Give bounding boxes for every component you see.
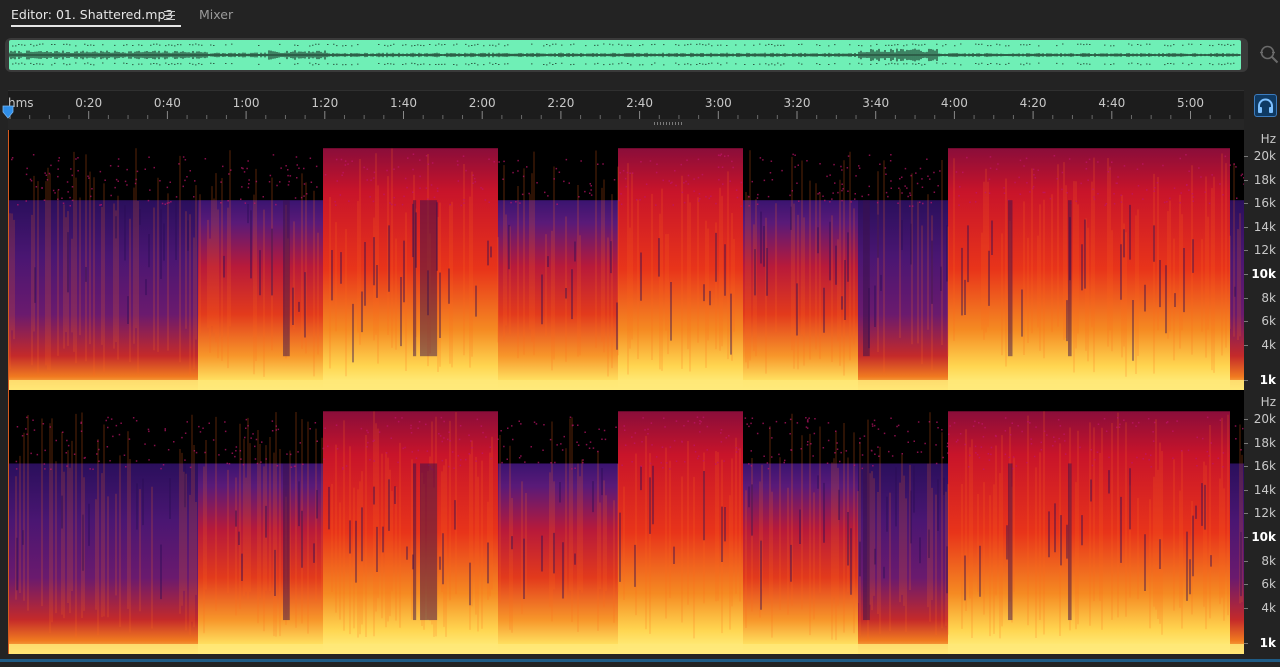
frequency-scale-label: 16k xyxy=(1253,196,1276,211)
frequency-scale-tick xyxy=(1244,344,1248,346)
frequency-scale-left[interactable]: Hz 20k 18k 16k 14k 12k 10k 8k 6k 4k 1k xyxy=(1244,130,1280,392)
time-ruler-label: 3:20 xyxy=(783,96,811,110)
frequency-scale-tick xyxy=(1244,419,1248,420)
frequency-scale-tick xyxy=(1244,274,1248,275)
frequency-scale-unit: Hz xyxy=(1260,395,1276,409)
time-ruler-label: 2:00 xyxy=(468,96,496,110)
time-ruler-label: 2:40 xyxy=(626,96,654,110)
frequency-scale-label: 12k xyxy=(1253,243,1276,258)
frequency-scale-tick xyxy=(1244,489,1248,491)
zoom-magnifier-icon[interactable] xyxy=(1259,44,1279,64)
frequency-scale-label: 8k xyxy=(1261,553,1276,568)
frequency-scale-right[interactable]: Hz 20k 18k 16k 14k 12k 10k 8k 6k 4k 1k xyxy=(1244,393,1280,655)
frequency-scale-label: 14k xyxy=(1253,219,1276,234)
time-ruler-label: 3:00 xyxy=(704,96,732,110)
frequency-scale-tick xyxy=(1244,321,1248,323)
time-ruler-label: 0:40 xyxy=(153,96,181,110)
time-ruler[interactable]: hms 0:20 0:40 1:00 1:20 1:40 2:00 2:20 2:40 3:00… xyxy=(8,90,1244,120)
spectrogram-channel-left[interactable] xyxy=(8,130,1244,390)
active-tab-underline xyxy=(11,25,182,27)
frequency-scale-tick xyxy=(1244,643,1248,644)
time-ruler-label: 1:40 xyxy=(390,96,417,110)
spectrogram-channel-right[interactable] xyxy=(8,393,1244,654)
frequency-scale-tick xyxy=(1244,297,1248,299)
tab-mixer-label: Mixer xyxy=(199,7,234,22)
frequency-scale-label: 20k xyxy=(1253,149,1276,163)
time-ruler-label: 0:20 xyxy=(75,96,103,110)
overview-navigator[interactable] xyxy=(0,30,1280,82)
tab-editor[interactable]: Editor: 01. Shattered.mp3 xyxy=(11,0,182,30)
frequency-scale-label: 10k xyxy=(1251,530,1276,544)
panel-tab-bar: Editor: 01. Shattered.mp3 Mixer xyxy=(0,0,1280,30)
hamburger-menu-icon[interactable] xyxy=(164,8,175,22)
playhead-marker-icon[interactable] xyxy=(2,105,14,119)
frequency-scale-label: 1k xyxy=(1259,373,1276,387)
frequency-scale-tick xyxy=(1244,179,1248,181)
time-ruler-label: 2:20 xyxy=(547,96,575,110)
time-ruler-label: 1:00 xyxy=(232,96,260,110)
tab-editor-label: Editor: 01. Shattered.mp3 xyxy=(11,7,174,22)
time-ruler-label: 1:20 xyxy=(311,96,339,110)
frequency-scale-label: 14k xyxy=(1253,482,1276,497)
spectrogram-left-graphic xyxy=(8,130,1244,390)
panel-resize-grip[interactable] xyxy=(8,119,1244,129)
frequency-scale-tick xyxy=(1244,560,1248,562)
frequency-scale-label: 4k xyxy=(1261,337,1276,352)
headphones-icon xyxy=(1258,98,1273,113)
overview-waveform-graphic xyxy=(9,43,1241,66)
time-ruler-label: 4:40 xyxy=(1098,96,1126,110)
tab-mixer[interactable]: Mixer xyxy=(199,0,233,30)
frequency-scale-tick xyxy=(1244,584,1248,586)
frequency-scale-tick xyxy=(1244,537,1248,538)
frequency-scale-tick xyxy=(1244,250,1248,252)
time-ruler-label: 3:40 xyxy=(862,96,890,110)
overview-waveform[interactable] xyxy=(9,40,1241,70)
frequency-scale-label: 18k xyxy=(1253,435,1276,450)
frequency-scale-tick xyxy=(1244,156,1248,157)
horizontal-scrollbar[interactable] xyxy=(0,655,1280,667)
frequency-scale-tick xyxy=(1244,607,1248,609)
frequency-scale-label: 16k xyxy=(1253,459,1276,474)
frequency-scale-label: 8k xyxy=(1261,290,1276,305)
frequency-scale-tick xyxy=(1244,466,1248,468)
time-ruler-label: 4:00 xyxy=(940,96,968,110)
time-ruler-label: 5:00 xyxy=(1177,96,1204,110)
time-ruler-label: 4:20 xyxy=(1019,96,1047,110)
frequency-scale-unit: Hz xyxy=(1260,132,1276,146)
playhead-line xyxy=(8,130,9,654)
frequency-scale-tick xyxy=(1244,513,1248,515)
frequency-scale-label: 6k xyxy=(1261,314,1276,329)
frequency-scale-label: 20k xyxy=(1253,412,1276,426)
frequency-scale-tick xyxy=(1244,442,1248,444)
headphones-button[interactable] xyxy=(1254,94,1277,117)
frequency-scale-label: 18k xyxy=(1253,172,1276,187)
spectrogram-right-graphic xyxy=(8,393,1244,654)
frequency-scale-label: 4k xyxy=(1261,600,1276,615)
frequency-scale-label: 10k xyxy=(1251,267,1276,281)
frequency-scale-tick xyxy=(1244,203,1248,205)
frequency-scale-tick xyxy=(1244,226,1248,228)
frequency-scale-label: 6k xyxy=(1261,577,1276,592)
frequency-scale-tick xyxy=(1244,380,1248,381)
frequency-scale-label: 1k xyxy=(1259,636,1276,650)
frequency-scale-label: 12k xyxy=(1253,506,1276,521)
